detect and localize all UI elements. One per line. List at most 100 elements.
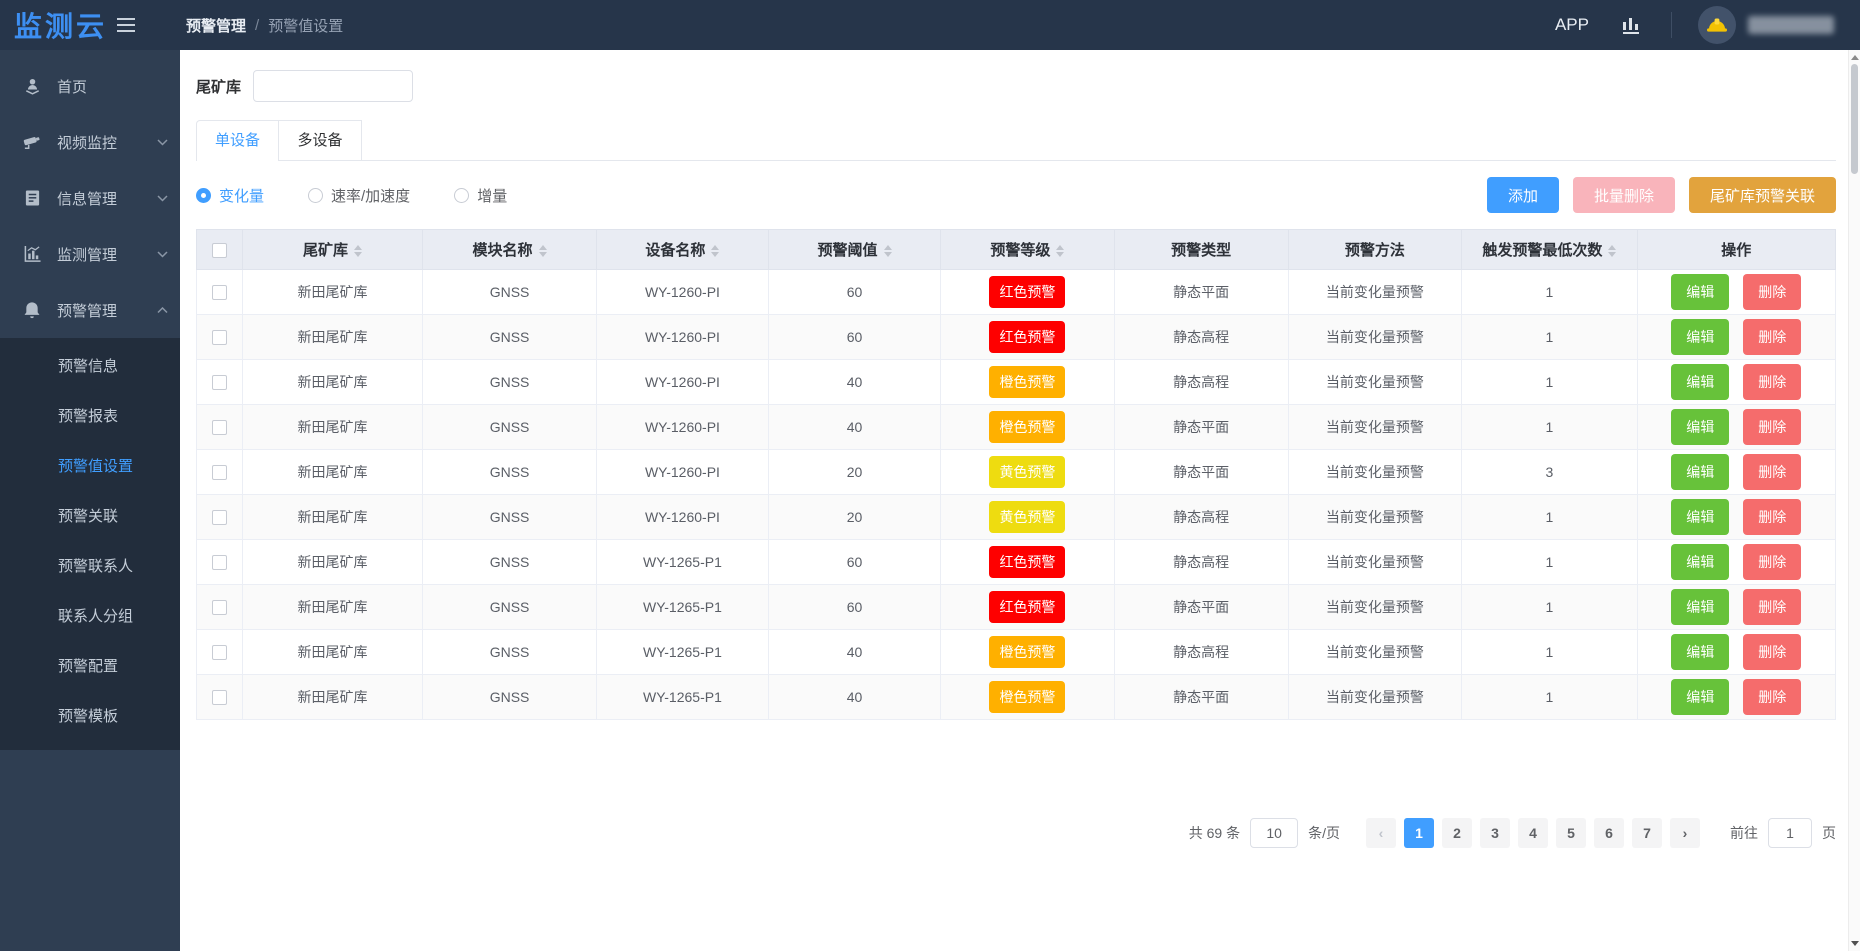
document-icon (22, 189, 42, 207)
submenu-item-warning-value-settings[interactable]: 预警值设置 (0, 442, 180, 492)
column-header[interactable]: 预警阈值 (768, 230, 940, 270)
submenu-item-warning-template[interactable]: 预警模板 (0, 692, 180, 742)
edit-button[interactable]: 编辑 (1671, 274, 1729, 310)
row-checkbox[interactable] (212, 420, 227, 435)
column-header[interactable]: 尾矿库 (242, 230, 422, 270)
submenu-item-warning-association[interactable]: 预警关联 (0, 492, 180, 542)
delete-button[interactable]: 删除 (1743, 544, 1801, 580)
row-checkbox[interactable] (212, 645, 227, 660)
page-button[interactable]: 7 (1632, 818, 1662, 848)
breadcrumb-section[interactable]: 预警管理 (186, 15, 246, 36)
delete-button[interactable]: 删除 (1743, 589, 1801, 625)
scroll-up-icon[interactable] (1851, 55, 1859, 60)
row-checkbox[interactable] (212, 285, 227, 300)
column-header[interactable]: 模块名称 (423, 230, 597, 270)
sort-icon[interactable] (539, 245, 547, 257)
warning-level-badge: 红色预警 (989, 546, 1065, 578)
column-header: 操作 (1637, 230, 1835, 270)
edit-button[interactable]: 编辑 (1671, 454, 1729, 490)
scrollbar-thumb[interactable] (1851, 64, 1858, 174)
delete-button[interactable]: 删除 (1743, 409, 1801, 445)
scroll-down-icon[interactable] (1851, 941, 1859, 946)
radio-icon (454, 188, 469, 203)
tab-multi-device[interactable]: 多设备 (279, 120, 362, 160)
vertical-scrollbar[interactable] (1848, 50, 1860, 951)
table-row: 新田尾矿库GNSSWY-1265-P160红色预警静态高程当前变化量预警1编辑删… (197, 540, 1836, 585)
column-header[interactable]: 设备名称 (596, 230, 768, 270)
edit-button[interactable]: 编辑 (1671, 499, 1729, 535)
app-link[interactable]: APP (1555, 15, 1589, 35)
module-cell: GNSS (423, 450, 597, 495)
page-button[interactable]: 1 (1404, 818, 1434, 848)
device-cell: WY-1265-P1 (596, 675, 768, 720)
radio-rate-acceleration[interactable]: 速率/加速度 (308, 185, 410, 206)
row-checkbox[interactable] (212, 465, 227, 480)
sort-icon[interactable] (354, 245, 362, 257)
submenu-item-warning-config[interactable]: 预警配置 (0, 642, 180, 692)
module-cell: GNSS (423, 270, 597, 315)
column-header[interactable]: 触发预警最低次数 (1462, 230, 1637, 270)
row-checkbox[interactable] (212, 375, 227, 390)
sort-icon[interactable] (1608, 245, 1616, 257)
submenu-item-warning-contacts[interactable]: 预警联系人 (0, 542, 180, 592)
hard-hat-icon (1706, 17, 1728, 34)
page-button[interactable]: 5 (1556, 818, 1586, 848)
radio-change-amount[interactable]: 变化量 (196, 185, 264, 206)
sidebar: 首页 视频监控 (0, 50, 180, 951)
column-header[interactable]: 预警等级 (941, 230, 1115, 270)
submenu-item-warning-report[interactable]: 预警报表 (0, 392, 180, 442)
delete-button[interactable]: 删除 (1743, 454, 1801, 490)
sort-icon[interactable] (884, 245, 892, 257)
tab-single-device[interactable]: 单设备 (196, 120, 279, 160)
module-cell: GNSS (423, 360, 597, 405)
edit-button[interactable]: 编辑 (1671, 679, 1729, 715)
delete-button[interactable]: 删除 (1743, 634, 1801, 670)
batch-delete-button[interactable]: 批量删除 (1573, 177, 1675, 213)
module-cell: GNSS (423, 585, 597, 630)
home-pin-icon (22, 77, 42, 96)
edit-button[interactable]: 编辑 (1671, 319, 1729, 355)
delete-button[interactable]: 删除 (1743, 319, 1801, 355)
sort-icon[interactable] (1056, 245, 1064, 257)
next-page-button[interactable]: › (1670, 818, 1700, 848)
edit-button[interactable]: 编辑 (1671, 634, 1729, 670)
app-logo: 监测云 (14, 5, 107, 45)
dam-warning-link-button[interactable]: 尾矿库预警关联 (1689, 177, 1836, 213)
row-checkbox[interactable] (212, 600, 227, 615)
sidebar-item-home[interactable]: 首页 (0, 58, 180, 114)
select-all-checkbox[interactable] (212, 243, 227, 258)
count-cell: 1 (1462, 315, 1637, 360)
row-checkbox[interactable] (212, 690, 227, 705)
delete-button[interactable]: 删除 (1743, 679, 1801, 715)
edit-button[interactable]: 编辑 (1671, 589, 1729, 625)
page-button[interactable]: 4 (1518, 818, 1548, 848)
edit-button[interactable]: 编辑 (1671, 544, 1729, 580)
page-button[interactable]: 6 (1594, 818, 1624, 848)
delete-button[interactable]: 删除 (1743, 499, 1801, 535)
edit-button[interactable]: 编辑 (1671, 409, 1729, 445)
sidebar-item-video-monitoring[interactable]: 视频监控 (0, 114, 180, 170)
row-checkbox[interactable] (212, 330, 227, 345)
dam-filter-input[interactable] (253, 70, 413, 102)
prev-page-button[interactable]: ‹ (1366, 818, 1396, 848)
sidebar-item-warning-management[interactable]: 预警管理 (0, 282, 180, 338)
sidebar-item-info-management[interactable]: 信息管理 (0, 170, 180, 226)
submenu-item-warning-info[interactable]: 预警信息 (0, 342, 180, 392)
radio-increment[interactable]: 增量 (454, 185, 507, 206)
sidebar-item-monitoring-management[interactable]: 监测管理 (0, 226, 180, 282)
edit-button[interactable]: 编辑 (1671, 364, 1729, 400)
sort-icon[interactable] (711, 245, 719, 257)
page-size-select[interactable]: 10 (1250, 818, 1298, 848)
add-button[interactable]: 添加 (1487, 177, 1559, 213)
row-checkbox[interactable] (212, 510, 227, 525)
submenu-item-contact-groups[interactable]: 联系人分组 (0, 592, 180, 642)
page-button[interactable]: 3 (1480, 818, 1510, 848)
goto-page-input[interactable]: 1 (1768, 818, 1812, 848)
row-checkbox[interactable] (212, 555, 227, 570)
delete-button[interactable]: 删除 (1743, 274, 1801, 310)
page-button[interactable]: 2 (1442, 818, 1472, 848)
delete-button[interactable]: 删除 (1743, 364, 1801, 400)
hamburger-menu-icon[interactable] (117, 14, 135, 36)
bar-chart-icon[interactable] (1621, 15, 1643, 35)
user-avatar[interactable] (1698, 6, 1736, 44)
